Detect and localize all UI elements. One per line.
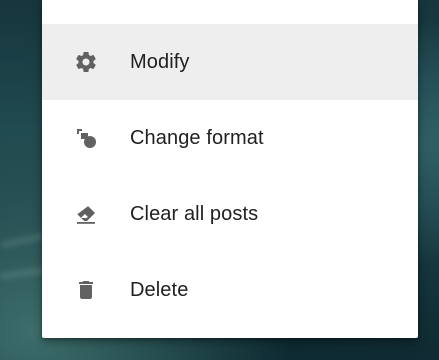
- background-streak: [0, 266, 49, 280]
- menu-item-label: Change format: [130, 126, 264, 149]
- menu-item-label: Delete: [130, 278, 189, 301]
- eraser-icon: [74, 202, 98, 226]
- menu-top-padding: [42, 0, 418, 24]
- menu-item-modify[interactable]: Modify: [42, 24, 418, 100]
- menu-item-delete[interactable]: Delete: [42, 252, 418, 328]
- context-menu: Modify Change format Clear all posts Del…: [42, 0, 418, 338]
- menu-item-change-format[interactable]: Change format: [42, 100, 418, 176]
- menu-item-label: Clear all posts: [130, 202, 259, 225]
- menu-item-label: Modify: [130, 50, 190, 73]
- trash-icon: [74, 278, 98, 302]
- menu-item-clear-all-posts[interactable]: Clear all posts: [42, 176, 418, 252]
- gear-icon: [74, 50, 98, 74]
- shapes-icon: [74, 126, 98, 150]
